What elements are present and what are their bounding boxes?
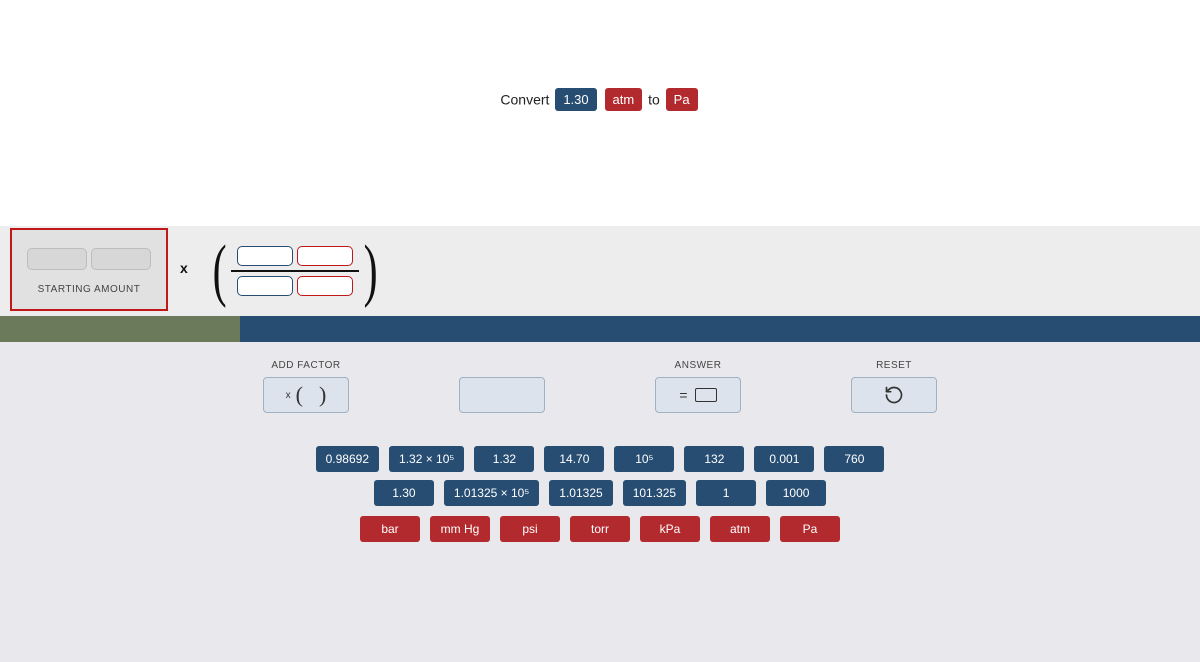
numerator-value-slot[interactable] [237,246,293,266]
controls-row: ADD FACTOR x ( ) ANSWER = RESET [0,360,1200,413]
value-tiles-row-2: 1.30 1.01325 × 10⁵ 1.01325 101.325 1 100… [0,480,1200,506]
value-tile[interactable]: 1.01325 [549,480,612,506]
value-tile[interactable]: 1000 [766,480,826,506]
starting-unit-slot[interactable] [91,248,151,270]
unit-tile[interactable]: torr [570,516,630,542]
fraction [231,246,359,296]
starting-amount-label: STARTING AMOUNT [12,284,166,295]
prompt-middle: to [648,92,660,108]
blank-label [500,360,503,371]
unit-tile[interactable]: Pa [780,516,840,542]
multiply-symbol: x [180,260,188,276]
reset-button[interactable] [851,377,937,413]
prompt-from-unit-chip: atm [605,88,643,111]
mini-right-paren-icon: ) [319,382,326,408]
band-segment-1 [0,316,240,342]
unit-tile[interactable]: mm Hg [430,516,490,542]
value-tile[interactable]: 1.01325 × 10⁵ [444,480,539,506]
value-tile[interactable]: 760 [824,446,884,472]
answer-slot-icon [695,388,717,402]
add-factor-button[interactable]: x ( ) [263,377,349,413]
unit-tiles-row: bar mm Hg psi torr kPa atm Pa [0,516,1200,542]
progress-band [0,316,1200,342]
value-tiles-row-1: 0.98692 1.32 × 10⁵ 1.32 14.70 10⁵ 132 0.… [0,446,1200,472]
band-segment-2 [240,316,1200,342]
value-tile[interactable]: 1.32 × 10⁵ [389,446,464,472]
equals-icon: = [679,387,687,403]
mini-multiply-icon: x [286,390,291,401]
value-tile[interactable]: 101.325 [623,480,686,506]
value-tile[interactable]: 1 [696,480,756,506]
prompt-line: Convert 1.30 atm to Pa [0,88,1200,111]
answer-label: ANSWER [675,360,722,371]
value-tile[interactable]: 10⁵ [614,446,674,472]
fraction-bar [231,270,359,272]
blank-button[interactable] [459,377,545,413]
value-tile[interactable]: 14.70 [544,446,604,472]
unit-tile[interactable]: psi [500,516,560,542]
value-tile[interactable]: 1.30 [374,480,434,506]
unit-tile[interactable]: atm [710,516,770,542]
unit-tile[interactable]: bar [360,516,420,542]
unit-tile[interactable]: kPa [640,516,700,542]
value-tile[interactable]: 0.001 [754,446,814,472]
prompt-to-unit-chip: Pa [666,88,698,111]
value-tile[interactable]: 1.32 [474,446,534,472]
starting-amount-box[interactable]: STARTING AMOUNT [10,228,168,311]
undo-icon [884,385,904,405]
denominator-value-slot[interactable] [237,276,293,296]
value-tile[interactable]: 132 [684,446,744,472]
value-tile[interactable]: 0.98692 [316,446,379,472]
mini-left-paren-icon: ( [296,382,303,408]
add-factor-label: ADD FACTOR [271,360,340,371]
reset-label: RESET [876,360,912,371]
prompt-prefix: Convert [500,92,549,108]
starting-value-slot[interactable] [27,248,87,270]
prompt-value-chip: 1.30 [555,88,596,111]
right-paren-icon: ) [364,236,378,306]
answer-button[interactable]: = [655,377,741,413]
denominator-unit-slot[interactable] [297,276,353,296]
left-paren-icon: ( [212,236,226,306]
numerator-unit-slot[interactable] [297,246,353,266]
factor-template: ( ) [200,228,390,314]
